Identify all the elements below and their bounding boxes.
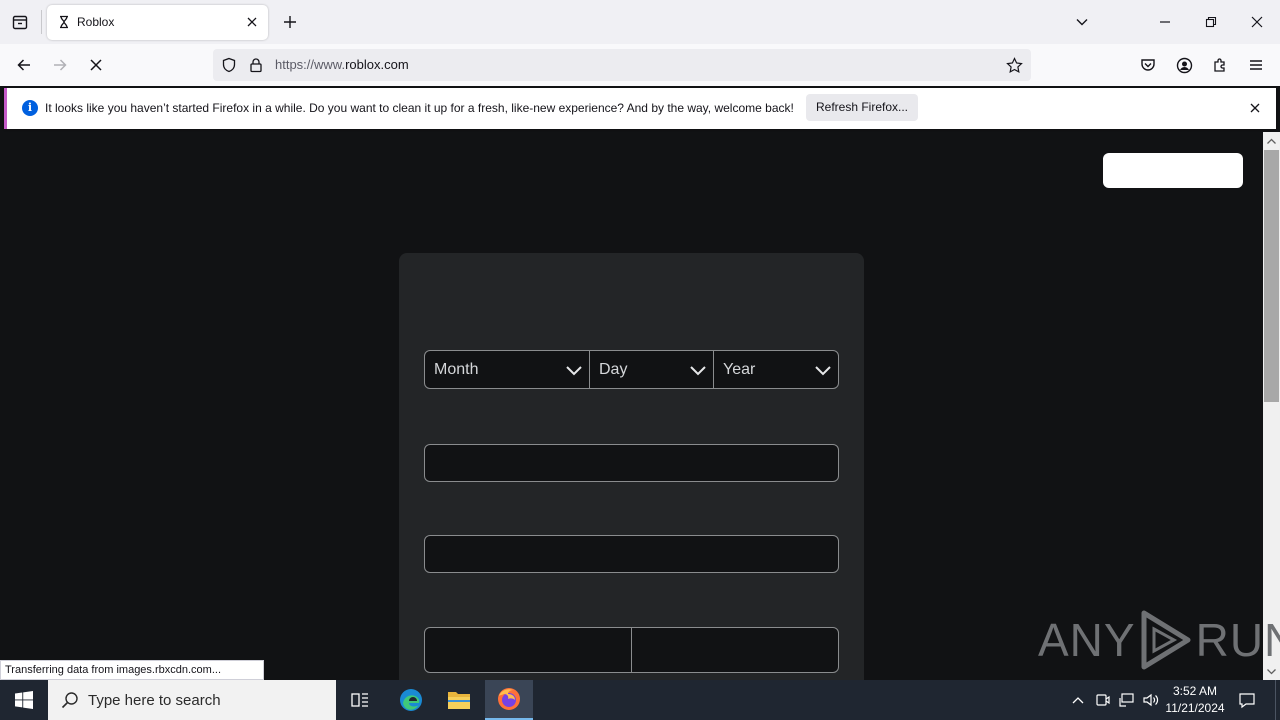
page-content: Month Day Year (0, 132, 1263, 680)
taskbar-search-box[interactable]: Type here to search (48, 680, 336, 720)
edge-icon (400, 689, 422, 711)
menu-button[interactable] (1242, 51, 1270, 79)
tab-title: Roblox (77, 15, 115, 29)
tab-divider (41, 10, 42, 34)
status-panel: Transferring data from images.rbxcdn.com… (0, 660, 264, 680)
clock-date: 11/21/2024 (1165, 701, 1225, 715)
meet-now-icon[interactable] (1093, 690, 1113, 710)
windows-logo-icon (15, 691, 33, 709)
file-explorer-button[interactable] (435, 680, 483, 720)
year-dropdown[interactable]: Year (714, 351, 838, 388)
task-view-icon (351, 693, 368, 707)
month-label: Month (434, 361, 479, 378)
tab-strip: Roblox (0, 0, 1280, 44)
restore-icon (1205, 16, 1217, 28)
password-input[interactable] (424, 535, 839, 573)
edge-button[interactable] (387, 680, 435, 720)
chevron-down-icon (690, 366, 706, 376)
tab-close-icon[interactable] (243, 13, 261, 31)
close-notification-icon[interactable] (1247, 100, 1263, 116)
lock-icon[interactable] (247, 56, 265, 74)
bookmark-star-icon[interactable] (1005, 56, 1023, 74)
anyrun-watermark: ANY RUN (1038, 607, 1280, 673)
arrow-left-icon (17, 59, 30, 71)
refresh-firefox-button[interactable]: Refresh Firefox... (806, 94, 918, 121)
url-text[interactable]: https://www.roblox.com (275, 57, 409, 72)
signup-card: Month Day Year (399, 253, 864, 680)
close-icon (1251, 16, 1263, 28)
hourglass-loading-icon (56, 14, 72, 30)
minimize-icon (1160, 21, 1170, 23)
username-input[interactable] (424, 444, 839, 482)
account-icon (1176, 57, 1192, 73)
search-placeholder: Type here to search (88, 691, 221, 709)
firefox-icon (498, 688, 520, 710)
file-explorer-icon (448, 692, 470, 709)
chevron-down-icon (566, 366, 582, 376)
month-dropdown[interactable]: Month (425, 351, 590, 388)
hamburger-menu-icon (1250, 60, 1262, 70)
day-dropdown[interactable]: Day (590, 351, 714, 388)
start-button[interactable] (0, 680, 48, 720)
scroll-thumb[interactable] (1264, 150, 1279, 402)
close-window-button[interactable] (1243, 8, 1271, 36)
year-label: Year (723, 361, 756, 378)
pocket-icon (1141, 59, 1155, 71)
watermark-text-right: RUN (1195, 614, 1280, 666)
firefox-view-icon (12, 15, 28, 30)
puzzle-icon (1214, 58, 1225, 72)
network-icon[interactable] (1117, 690, 1137, 710)
watermark-text-left: ANY (1038, 614, 1136, 666)
chevron-down-icon (1076, 19, 1088, 26)
minimize-button[interactable] (1151, 8, 1179, 36)
search-icon (60, 690, 80, 710)
firefox-view-button[interactable] (6, 8, 34, 36)
birthday-selector: Month Day Year (424, 350, 839, 389)
clock-time: 3:52 AM (1172, 684, 1218, 698)
windows-taskbar: Type here to search 3:52 AM 11/21/2024 (0, 680, 1280, 720)
login-button[interactable] (1103, 153, 1243, 188)
gender-option-left[interactable] (425, 628, 632, 672)
action-center-icon[interactable] (1236, 689, 1258, 711)
forward-button[interactable] (46, 51, 74, 79)
address-bar[interactable]: https://www.roblox.com (213, 49, 1031, 81)
tab-roblox[interactable]: Roblox (47, 5, 268, 40)
gender-option-right[interactable] (632, 628, 838, 672)
system-clock[interactable]: 3:52 AM 11/21/2024 (1162, 683, 1228, 717)
shield-icon[interactable] (220, 56, 238, 74)
page-scrollbar[interactable] (1263, 132, 1280, 680)
task-view-button[interactable] (336, 680, 384, 720)
restore-button[interactable] (1197, 8, 1225, 36)
chevron-down-icon (815, 366, 831, 376)
gender-selector (424, 627, 839, 673)
back-button[interactable] (10, 51, 38, 79)
list-all-tabs-button[interactable] (1068, 8, 1096, 36)
info-icon: i (22, 100, 38, 116)
refresh-firefox-notification: i It looks like you haven’t started Fire… (4, 88, 1276, 129)
stop-icon (90, 59, 102, 71)
volume-icon[interactable] (1141, 690, 1161, 710)
notification-message: It looks like you haven’t started Firefo… (45, 101, 794, 115)
navigation-toolbar: https://www.roblox.com (0, 44, 1280, 86)
play-triangle-icon (1141, 610, 1191, 670)
pocket-button[interactable] (1134, 51, 1162, 79)
arrow-right-icon (54, 59, 67, 71)
new-tab-button[interactable] (278, 10, 302, 34)
tray-chevron-up-icon[interactable] (1068, 690, 1088, 710)
show-desktop-button[interactable] (1275, 680, 1276, 720)
firefox-taskbar-button[interactable] (485, 680, 533, 720)
plus-icon (284, 16, 296, 28)
account-button[interactable] (1170, 51, 1198, 79)
day-label: Day (599, 361, 628, 378)
extensions-button[interactable] (1206, 51, 1234, 79)
scroll-up-arrow-icon[interactable] (1263, 132, 1280, 149)
stop-loading-button[interactable] (82, 51, 110, 79)
